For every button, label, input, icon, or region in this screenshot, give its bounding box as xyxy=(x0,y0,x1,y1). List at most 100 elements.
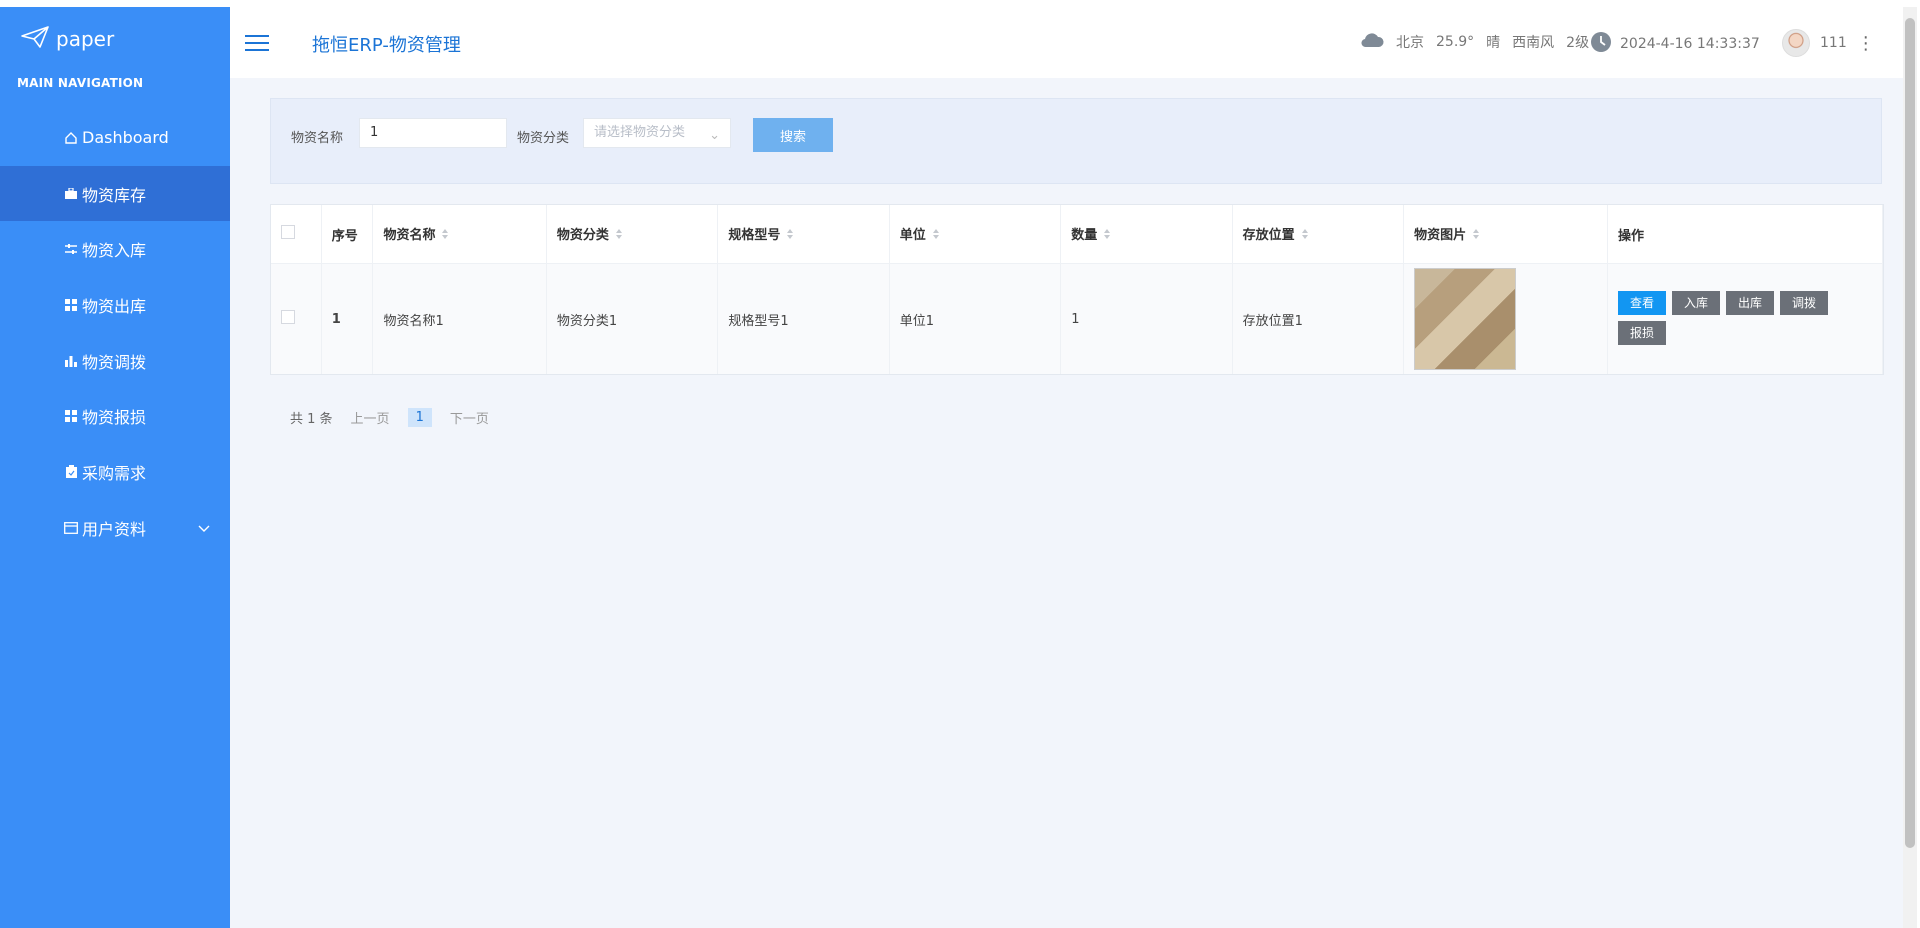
table-header-row: 序号 物资名称 物资分类 规格型号 单位 数量 存放位置 物资图片 操作 xyxy=(271,205,1883,264)
chevron-down-icon xyxy=(198,518,210,537)
col-qty-label: 数量 xyxy=(1071,228,1098,244)
sidebar-item-label: 物资调拨 xyxy=(82,352,147,372)
sidebar-item-stock-in[interactable]: 物资入库 xyxy=(0,221,230,277)
sidebar-item-label: 用户资料 xyxy=(82,519,147,539)
weather-widget: 北京 25.9° 晴 西南风 2级 xyxy=(1360,31,1593,53)
weather-level: 2级 xyxy=(1566,35,1590,51)
col-name[interactable]: 物资名称 xyxy=(372,205,547,264)
name-label: 物资名称 xyxy=(291,131,344,146)
cell-index: 1 xyxy=(321,263,374,374)
select-all-checkbox[interactable] xyxy=(281,225,295,239)
chevron-down-icon: ⌄ xyxy=(709,128,720,143)
category-label: 物资分类 xyxy=(517,131,570,146)
user-menu[interactable]: 111 ⋮ xyxy=(1782,29,1875,57)
sidebar: paper MAIN NAVIGATION Dashboard 物资库存 物资入… xyxy=(0,7,328,928)
cell-name: 物资名称1 xyxy=(372,263,547,374)
bar-chart-icon xyxy=(64,354,78,368)
app-title: 拖恒ERP-物资管理 xyxy=(312,35,461,56)
cell-unit: 单位1 xyxy=(889,263,1062,374)
row-checkbox[interactable] xyxy=(281,310,295,324)
logo[interactable]: paper xyxy=(20,25,114,53)
inventory-table: 序号 物资名称 物资分类 规格型号 单位 数量 存放位置 物资图片 操作 1 物… xyxy=(270,204,1884,375)
cell-category: 物资分类1 xyxy=(546,263,719,374)
next-page-link[interactable]: 下一页 xyxy=(450,408,489,427)
item-photo[interactable] xyxy=(1414,268,1517,370)
pagination: 共 1 条 上一页 1 下一页 xyxy=(290,408,489,427)
sidebar-item-label: Dashboard xyxy=(82,128,169,148)
logo-text: paper xyxy=(56,27,115,51)
clock-icon xyxy=(1590,31,1612,57)
sort-icon xyxy=(932,228,940,244)
cell-spec: 规格型号1 xyxy=(717,263,890,374)
sliders-icon xyxy=(64,242,78,256)
paper-plane-icon xyxy=(20,25,50,53)
damage-button[interactable]: 报损 xyxy=(1618,321,1667,345)
nav-list: Dashboard 物资库存 物资入库 物资出库 物资调拨 物资报损 采购需求 … xyxy=(0,110,328,556)
sidebar-item-label: 物资入库 xyxy=(82,241,147,261)
grid-icon xyxy=(64,298,78,312)
cell-location: 存放位置1 xyxy=(1232,263,1405,374)
search-panel: 物资名称 1 物资分类 请选择物资分类 ⌄ 搜索 xyxy=(270,98,1882,184)
weather-temp: 25.9° xyxy=(1436,34,1475,50)
weather-city: 北京 xyxy=(1396,35,1424,51)
col-qty[interactable]: 数量 xyxy=(1060,205,1233,264)
sidebar-item-dashboard[interactable]: Dashboard xyxy=(0,110,230,166)
cloud-icon xyxy=(1360,31,1384,53)
col-category-label: 物资分类 xyxy=(556,228,609,244)
name-input[interactable]: 1 xyxy=(359,118,507,148)
col-location[interactable]: 存放位置 xyxy=(1232,205,1405,264)
sidebar-item-user-profile[interactable]: 用户资料 xyxy=(0,500,230,556)
col-spec[interactable]: 规格型号 xyxy=(717,205,890,264)
category-placeholder: 请选择物资分类 xyxy=(594,125,686,140)
transfer-button[interactable]: 调拨 xyxy=(1780,291,1829,315)
menu-toggle-icon[interactable] xyxy=(245,34,269,56)
cell-image xyxy=(1403,263,1608,374)
col-index: 序号 xyxy=(321,205,374,264)
col-name-label: 物资名称 xyxy=(383,228,436,244)
search-button[interactable]: 搜索 xyxy=(753,118,833,152)
col-unit-label: 单位 xyxy=(899,228,926,244)
cell-actions: 查看 入库 出库 调拨 报损 xyxy=(1607,263,1883,374)
briefcase-icon xyxy=(64,187,78,201)
weather-wind: 西南风 xyxy=(1512,35,1555,51)
col-unit[interactable]: 单位 xyxy=(889,205,1062,264)
col-actions: 操作 xyxy=(1607,205,1883,264)
sort-icon xyxy=(786,228,794,244)
stock-out-button[interactable]: 出库 xyxy=(1726,291,1775,315)
datetime: 2024-4-16 14:33:37 xyxy=(1620,36,1760,52)
table-row: 1 物资名称1 物资分类1 规格型号1 单位1 1 存放位置1 查看 入库 出库 调拨… xyxy=(271,263,1883,374)
more-vertical-icon[interactable]: ⋮ xyxy=(1857,33,1875,54)
sort-icon xyxy=(441,228,449,244)
sort-icon xyxy=(1472,228,1480,244)
col-image[interactable]: 物资图片 xyxy=(1403,205,1608,264)
col-image-label: 物资图片 xyxy=(1414,228,1467,244)
prev-page-link[interactable]: 上一页 xyxy=(351,408,390,427)
sidebar-item-stock-out[interactable]: 物资出库 xyxy=(0,277,230,333)
nav-header: MAIN NAVIGATION xyxy=(17,76,144,90)
col-location-label: 存放位置 xyxy=(1242,228,1295,244)
select-all-cell xyxy=(271,205,322,264)
col-category[interactable]: 物资分类 xyxy=(546,205,719,264)
sidebar-item-damage[interactable]: 物资报损 xyxy=(0,388,230,444)
total-count: 共 1 条 xyxy=(290,412,333,427)
sort-icon xyxy=(1103,228,1111,244)
sidebar-item-purchase[interactable]: 采购需求 xyxy=(0,444,230,500)
home-icon xyxy=(64,131,78,145)
sort-icon xyxy=(1301,228,1309,244)
sort-icon xyxy=(615,228,623,244)
category-select[interactable]: 请选择物资分类 ⌄ xyxy=(583,118,731,148)
cell-qty: 1 xyxy=(1060,263,1233,374)
sidebar-item-label: 物资出库 xyxy=(82,296,147,316)
stock-in-button[interactable]: 入库 xyxy=(1672,291,1721,315)
sidebar-item-label: 采购需求 xyxy=(82,463,147,483)
clipboard-icon xyxy=(64,465,78,479)
scrollbar-thumb[interactable] xyxy=(1905,18,1915,848)
topbar: 拖恒ERP-物资管理 北京 25.9° 晴 西南风 2级 2024-4-16 1… xyxy=(230,7,1905,79)
sidebar-item-label: 物资库存 xyxy=(82,185,147,205)
view-button[interactable]: 查看 xyxy=(1618,291,1667,315)
current-page[interactable]: 1 xyxy=(407,408,432,427)
weather-condition: 晴 xyxy=(1486,35,1501,51)
avatar[interactable] xyxy=(1782,29,1810,57)
col-spec-label: 规格型号 xyxy=(728,228,781,244)
sidebar-item-transfer[interactable]: 物资调拨 xyxy=(0,333,230,389)
